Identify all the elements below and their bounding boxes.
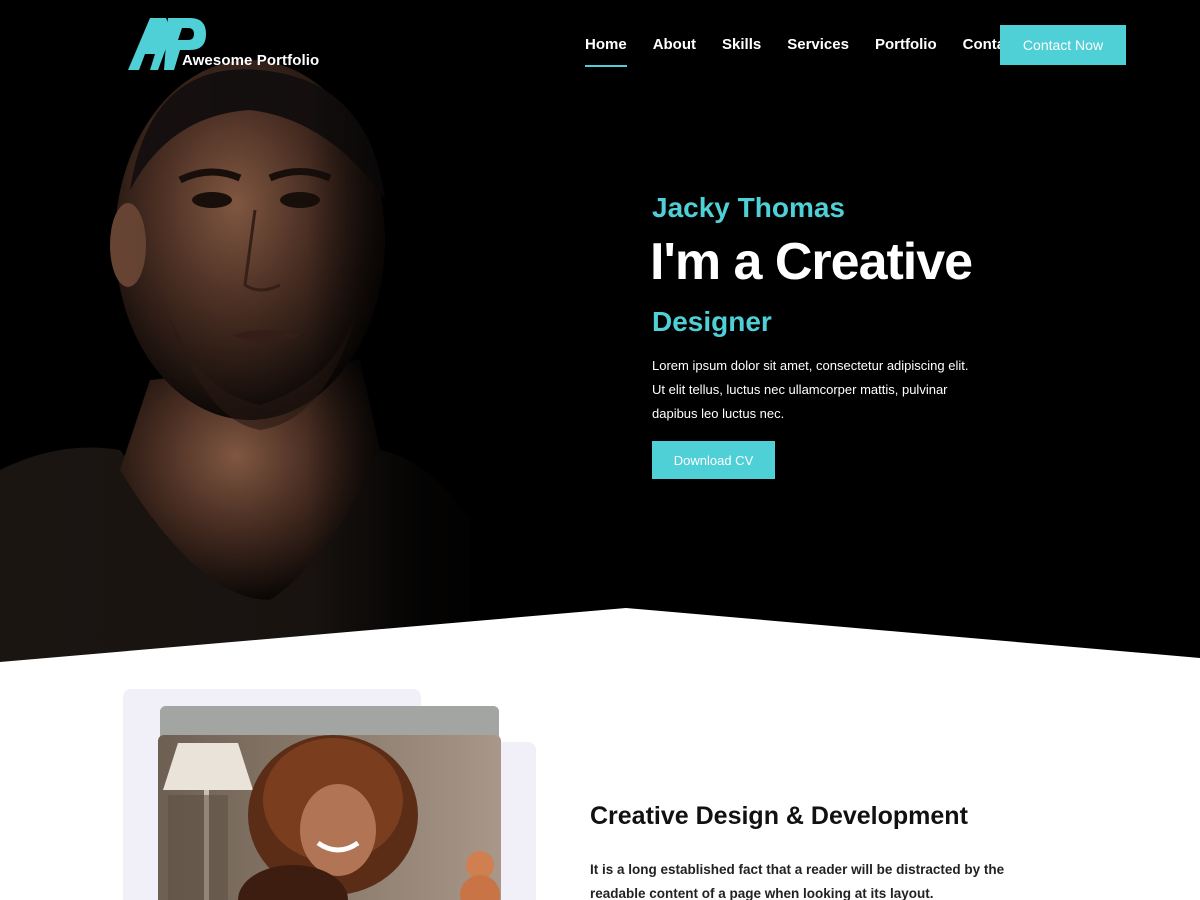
nav-item-about[interactable]: About [653, 36, 696, 53]
hero-description-line: Ut elit tellus, luctus nec ullamcorper m… [652, 382, 948, 397]
nav-item-home[interactable]: Home [585, 36, 627, 67]
hero-description-line: Lorem ipsum dolor sit amet, consectetur … [652, 358, 969, 373]
contact-now-button[interactable]: Contact Now [1000, 25, 1126, 65]
hero-title: I'm a Creative [650, 233, 973, 291]
brand-logo[interactable]: Awesome Portfolio [128, 18, 338, 74]
about-photo-image [158, 735, 501, 900]
hero-section: Awesome Portfolio Home About Skills Serv… [0, 0, 1200, 662]
about-text-line: It is a long established fact that a rea… [590, 862, 1005, 877]
hero-portrait-image [0, 0, 560, 662]
nav-item-services[interactable]: Services [787, 36, 849, 53]
nav-item-portfolio[interactable]: Portfolio [875, 36, 937, 53]
hero-role: Designer [652, 306, 772, 337]
main-nav: Home About Skills Services Portfolio Con… [585, 36, 1044, 67]
about-text-line: readable content of a page when looking … [590, 886, 934, 900]
hero-diagonal-divider [0, 608, 1200, 662]
nav-item-skills[interactable]: Skills [722, 36, 761, 53]
hero-name: Jacky Thomas [652, 192, 845, 223]
about-title: Creative Design & Development [590, 802, 968, 830]
hero-description: Lorem ipsum dolor sit amet, consectetur … [652, 354, 1012, 426]
about-text: It is a long established fact that a rea… [590, 858, 1030, 900]
hero-description-line: dapibus leo luctus nec. [652, 406, 785, 421]
logo-text: Awesome Portfolio [182, 52, 320, 69]
download-cv-button[interactable]: Download CV [652, 441, 775, 479]
